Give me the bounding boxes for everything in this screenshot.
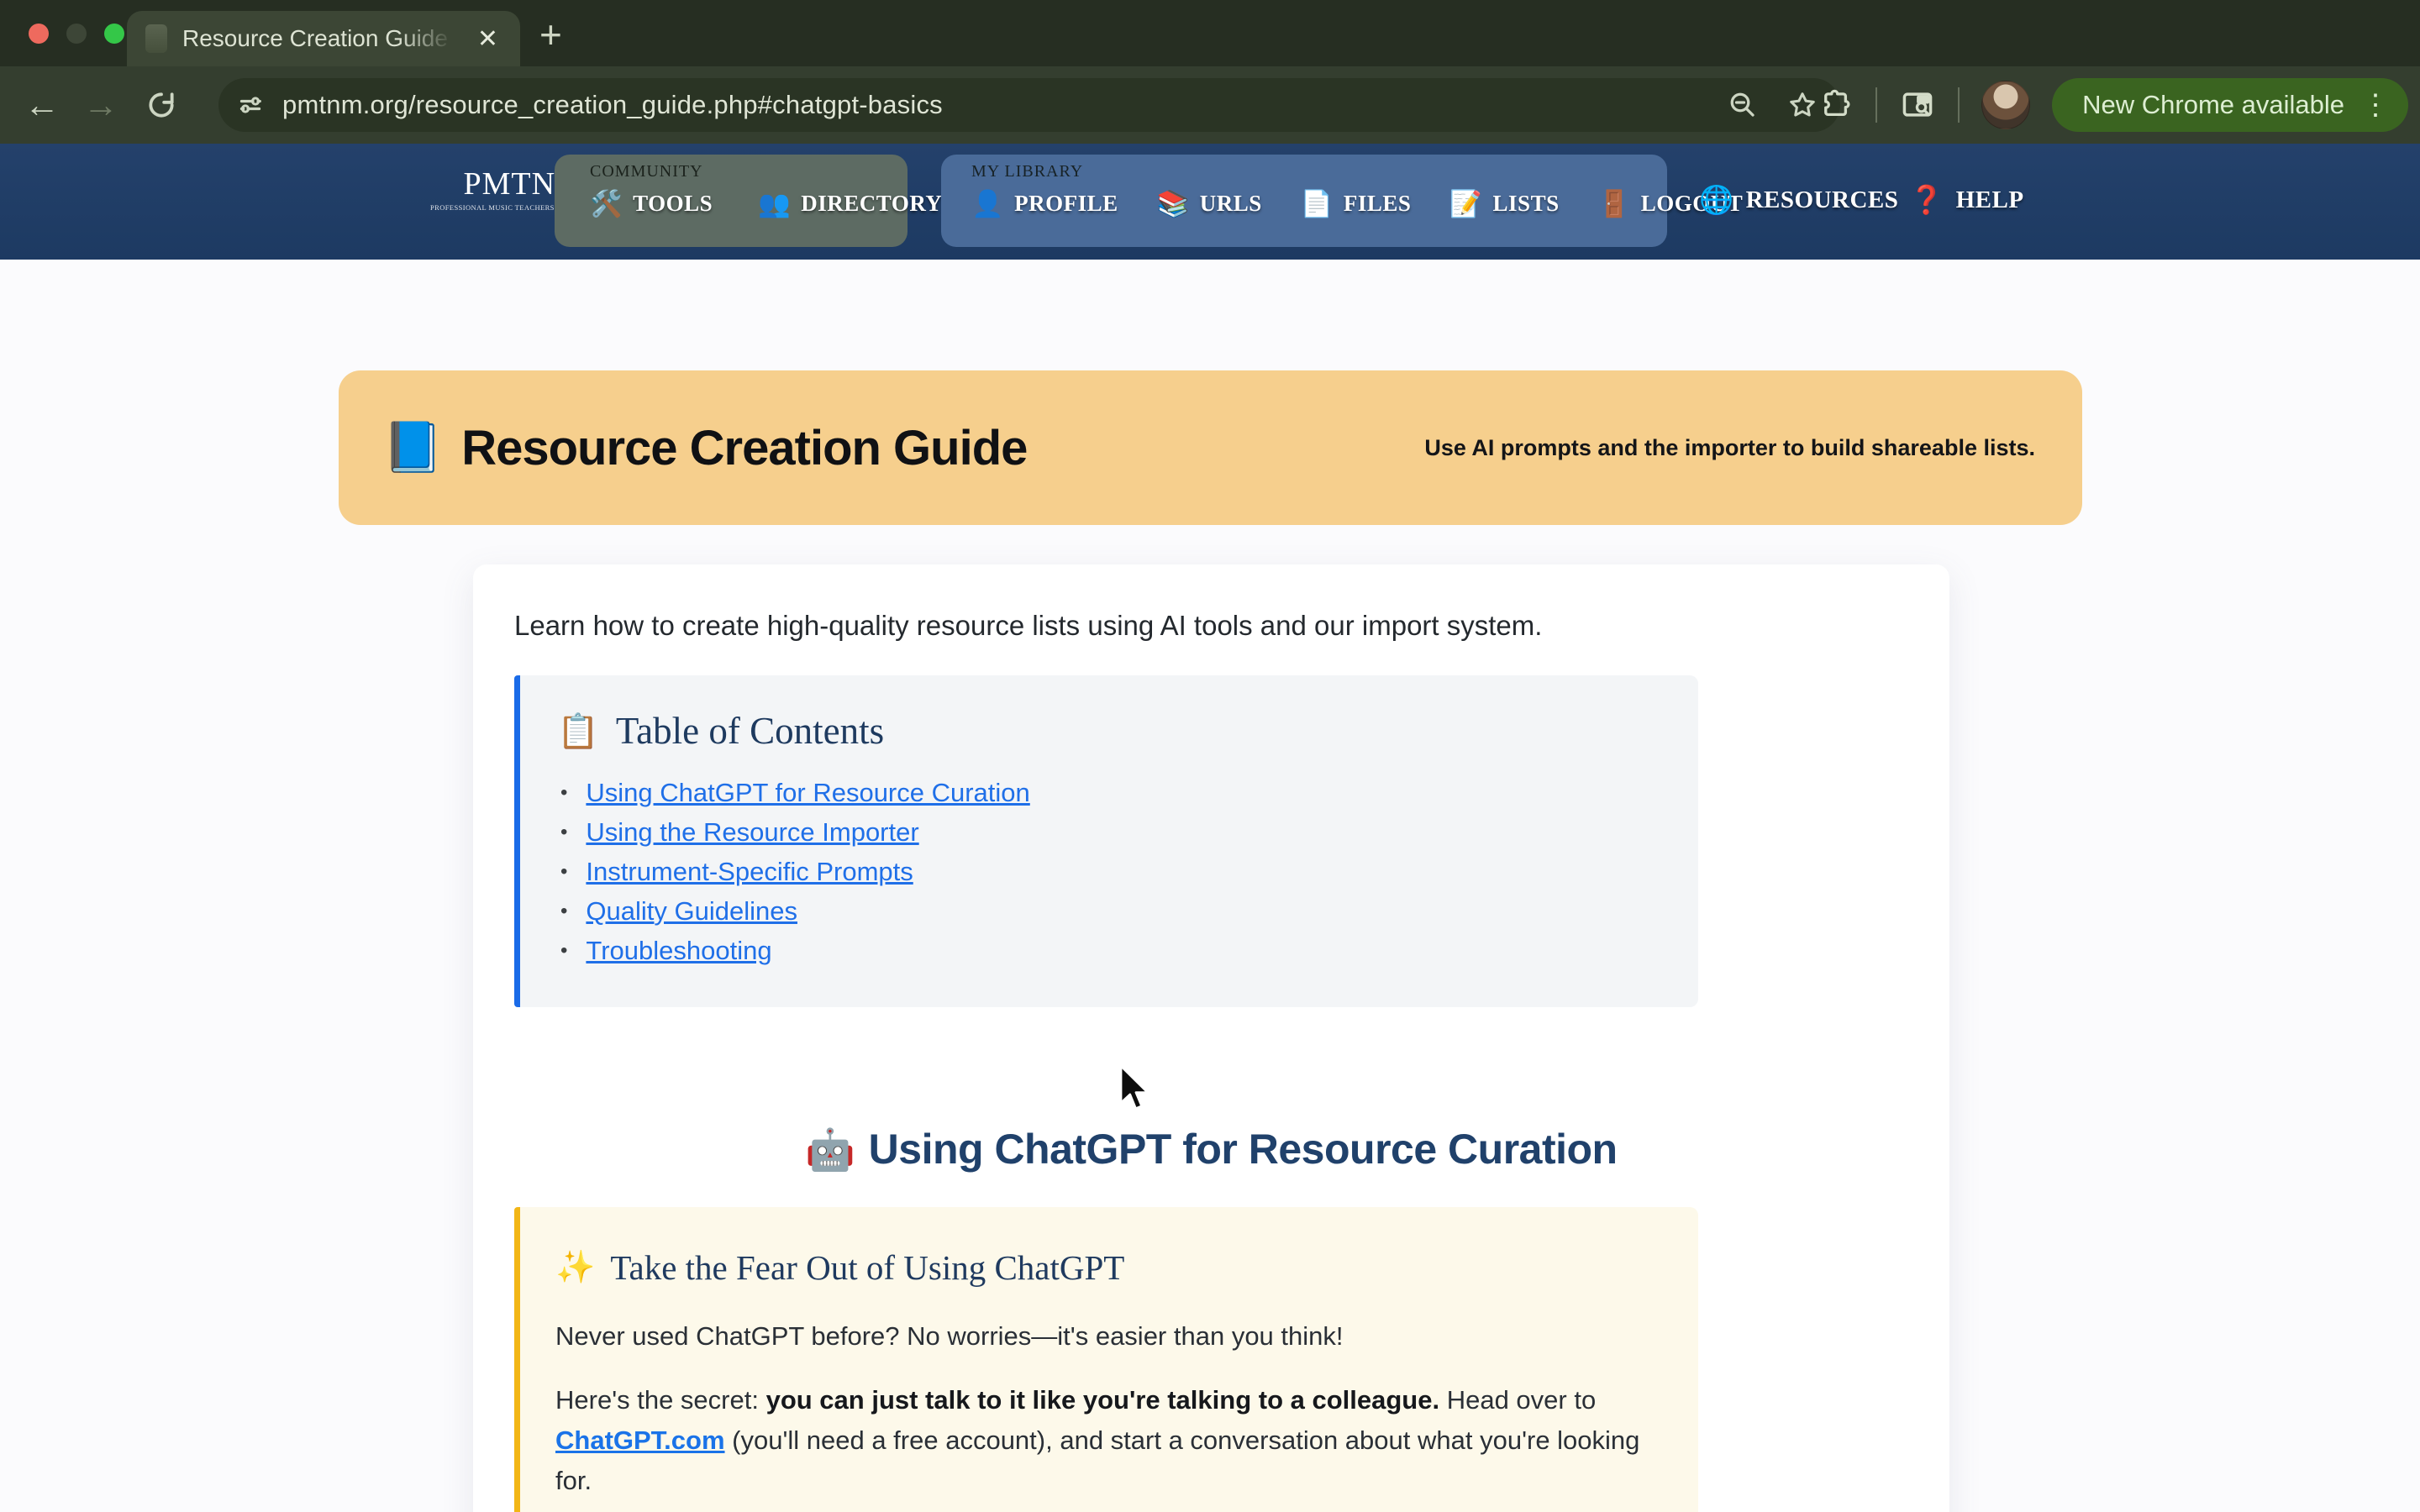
url-text[interactable]: pmtnm.org/resource_creation_guide.php#ch… <box>282 90 1711 120</box>
clipboard-icon: 📋 <box>557 711 599 751</box>
globe-icon: 🌐 <box>1699 184 1734 217</box>
toc-link-chatgpt-curation[interactable]: Using ChatGPT for Resource Curation <box>586 778 1029 808</box>
window-minimize-button[interactable] <box>66 24 87 44</box>
favicon <box>145 24 167 53</box>
toc-link-resource-importer[interactable]: Using the Resource Importer <box>586 817 918 848</box>
new-tab-button[interactable]: + <box>539 12 562 57</box>
toc-item: Using ChatGPT for Resource Curation <box>557 780 1661 806</box>
guide-card: Learn how to create high-quality resourc… <box>473 564 1949 1512</box>
nav-item-label: FILES <box>1344 191 1412 217</box>
toc-item: Quality Guidelines <box>557 898 1661 924</box>
table-of-contents: 📋 Table of Contents Using ChatGPT for Re… <box>514 675 1698 1007</box>
section-heading-text: Using ChatGPT for Resource Curation <box>869 1126 1618 1173</box>
toc-link-instrument-prompts[interactable]: Instrument-Specific Prompts <box>586 857 913 887</box>
tab-close-icon[interactable]: ✕ <box>474 24 502 54</box>
nav-item-profile[interactable]: 👤 PROFILE <box>971 188 1118 219</box>
nav-item-label: PROFILE <box>1014 191 1118 217</box>
page-content: 📘 Resource Creation Guide Use AI prompts… <box>0 260 2420 1512</box>
tools-icon: 🛠️ <box>590 188 623 219</box>
reload-icon <box>145 89 177 121</box>
nav-group-community: COMMUNITY 🛠️ TOOLS 👥 DIRECTORY <box>555 155 908 247</box>
door-icon: 🚪 <box>1598 188 1631 219</box>
bookmark-star-icon[interactable] <box>1786 89 1818 121</box>
nav-item-help[interactable]: ❓ HELP <box>1909 184 2024 217</box>
nav-group-my-library: MY LIBRARY 👤 PROFILE 📚 URLS 📄 FILES 📝 LI… <box>941 155 1667 247</box>
forward-button[interactable]: → <box>82 87 119 123</box>
section-heading-chatgpt: 🤖 Using ChatGPT for Resource Curation <box>514 1125 1908 1173</box>
profile-icon: 👤 <box>971 188 1004 219</box>
toc-link-troubleshooting[interactable]: Troubleshooting <box>586 936 771 966</box>
browser-tab-strip: Resource Creation Guide - PM ✕ + <box>0 0 2420 66</box>
toc-title: Table of Contents <box>616 709 884 753</box>
zoom-level-icon[interactable] <box>1728 90 1758 120</box>
address-bar[interactable]: pmtnm.org/resource_creation_guide.php#ch… <box>218 78 1840 132</box>
toc-item: Troubleshooting <box>557 937 1661 963</box>
memo-icon: 📝 <box>1449 188 1482 219</box>
toolbar-divider <box>1958 87 1960 123</box>
callout-text: Here's the secret: <box>555 1385 766 1415</box>
page-banner: 📘 Resource Creation Guide Use AI prompts… <box>339 370 2082 525</box>
browser-toolbar: ← → pmtnm.org/resource_creation_guide.ph… <box>0 66 2420 144</box>
site-navbar: PMTNM PROFESSIONAL MUSIC TEACHERS OF NEW… <box>0 144 2420 260</box>
nav-item-tools[interactable]: 🛠️ TOOLS <box>590 188 713 219</box>
chrome-update-chip[interactable]: New Chrome available ⋮ <box>2052 78 2408 132</box>
callout-title: Take the Fear Out of Using ChatGPT <box>610 1247 1124 1288</box>
directory-icon: 👥 <box>758 188 791 219</box>
chatgpt-link[interactable]: ChatGPT.com <box>555 1425 725 1455</box>
callout-text: Head over to <box>1439 1385 1596 1415</box>
browser-tab[interactable]: Resource Creation Guide - PM ✕ <box>127 11 520 66</box>
blue-book-icon: 📘 <box>382 419 443 476</box>
nav-item-label: TOOLS <box>633 191 713 217</box>
page-title: Resource Creation Guide <box>461 420 1027 476</box>
toc-item: Using the Resource Importer <box>557 819 1661 845</box>
nav-item-directory[interactable]: 👥 DIRECTORY <box>758 188 942 219</box>
tab-title: Resource Creation Guide - PM <box>182 25 459 52</box>
nav-group-label: MY LIBRARY <box>971 162 1667 181</box>
nav-item-label: HELP <box>1956 186 2024 214</box>
sparkles-icon: ✨ <box>555 1249 595 1286</box>
intro-text: Learn how to create high-quality resourc… <box>514 610 1908 642</box>
chatgpt-callout-box: ✨ Take the Fear Out of Using ChatGPT Nev… <box>514 1207 1698 1512</box>
window-close-button[interactable] <box>29 24 49 44</box>
back-button[interactable]: ← <box>24 87 60 123</box>
profile-avatar[interactable] <box>1981 81 2030 129</box>
books-icon: 📚 <box>1157 188 1190 219</box>
toolbar-divider <box>1876 87 1877 123</box>
window-controls <box>29 24 124 44</box>
nav-group-label: COMMUNITY <box>590 162 908 181</box>
chrome-update-label: New Chrome available <box>2082 90 2344 120</box>
robot-icon: 🤖 <box>805 1128 855 1173</box>
nav-item-lists[interactable]: 📝 LISTS <box>1449 188 1559 219</box>
reload-button[interactable] <box>143 87 180 123</box>
nav-item-label: RESOURCES <box>1746 186 1899 214</box>
nav-item-label: URLS <box>1200 191 1262 217</box>
search-tabs-panel-icon[interactable] <box>1899 87 1936 123</box>
nav-item-resources[interactable]: 🌐 RESOURCES <box>1699 184 1898 217</box>
callout-paragraph-1: Never used ChatGPT before? No worries—it… <box>555 1321 1661 1352</box>
file-icon: 📄 <box>1301 188 1334 219</box>
nav-item-urls[interactable]: 📚 URLS <box>1157 188 1262 219</box>
nav-item-label: LISTS <box>1493 191 1560 217</box>
nav-item-files[interactable]: 📄 FILES <box>1301 188 1412 219</box>
nav-item-label: DIRECTORY <box>801 191 942 217</box>
site-settings-icon[interactable] <box>235 90 266 120</box>
window-zoom-button[interactable] <box>104 24 124 44</box>
question-mark-icon: ❓ <box>1909 184 1944 217</box>
browser-menu-icon[interactable]: ⋮ <box>2361 88 2390 122</box>
callout-bold-text: you can just talk to it like you're talk… <box>766 1385 1440 1415</box>
callout-paragraph-2: Here's the secret: you can just talk to … <box>555 1380 1661 1501</box>
toc-item: Instrument-Specific Prompts <box>557 858 1661 885</box>
extensions-icon[interactable] <box>1818 87 1854 123</box>
page-subtitle: Use AI prompts and the importer to build… <box>1424 435 2035 461</box>
toc-link-quality-guidelines[interactable]: Quality Guidelines <box>586 896 797 927</box>
